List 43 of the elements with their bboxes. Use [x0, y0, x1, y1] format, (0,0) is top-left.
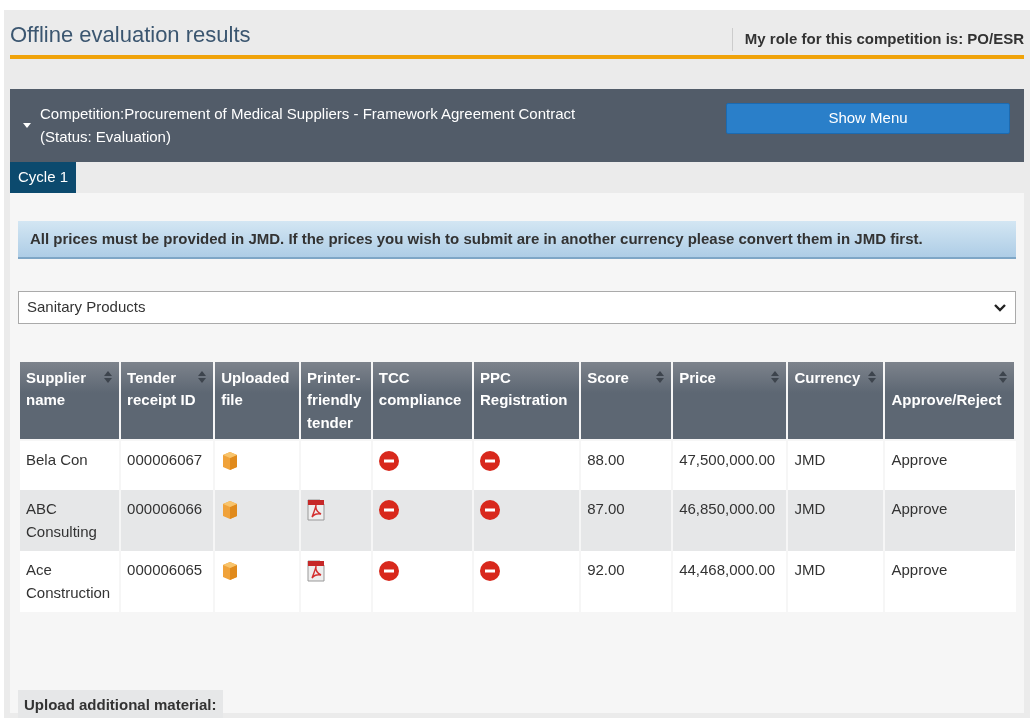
score-cell: 87.00: [580, 490, 673, 551]
chevron-down-icon: [993, 302, 1007, 313]
column-header[interactable]: Currency: [787, 361, 885, 440]
sort-icon[interactable]: [197, 370, 208, 383]
tender-id-cell: 000006066: [120, 490, 215, 551]
price-cell: 46,850,000.00: [672, 490, 788, 551]
decision-cell: Approve: [884, 490, 1015, 551]
column-header: PPC Registration: [472, 361, 581, 440]
score-cell: 92.00: [580, 551, 673, 612]
pdf-file-icon[interactable]: [307, 499, 326, 522]
decision-cell: Approve: [884, 551, 1015, 612]
lot-dropdown[interactable]: Sanitary Products: [18, 291, 1016, 324]
package-icon[interactable]: [221, 500, 240, 521]
column-header: Printer-friendly tender: [300, 361, 372, 440]
package-icon[interactable]: [221, 561, 240, 582]
upload-material-label: Upload additional material:: [18, 690, 223, 718]
column-header[interactable]: Supplier name: [19, 361, 121, 440]
column-header[interactable]: Score: [580, 361, 673, 440]
sort-icon[interactable]: [867, 370, 878, 383]
sort-icon[interactable]: [655, 370, 666, 383]
competition-name: Competition:Procurement of Medical Suppliers - Framework Agreement Contract: [40, 104, 576, 124]
pdf-file-icon[interactable]: [307, 560, 326, 583]
currency-cell: JMD: [787, 490, 885, 551]
sort-icon[interactable]: [770, 370, 781, 383]
column-header[interactable]: Approve/Reject: [884, 361, 1015, 440]
role-label: My role for this competition is: PO/ESR: [731, 28, 1024, 51]
package-icon[interactable]: [221, 451, 240, 472]
sort-icon[interactable]: [998, 370, 1008, 383]
column-header[interactable]: Tender receipt ID: [120, 361, 215, 440]
currency-cell: JMD: [787, 551, 885, 612]
page-title: Offline evaluation results: [10, 21, 251, 49]
column-header: TCC compliance: [371, 361, 473, 440]
currency-notice: All prices must be provided in JMD. If the prices you wish to submit are in another currency please convert them in JMD first.: [18, 220, 1016, 259]
competition-status: (Status: Evaluation): [40, 126, 172, 147]
cycle-tab[interactable]: Cycle 1: [10, 162, 77, 193]
show-menu-button[interactable]: Show Menu: [726, 103, 1010, 134]
supplier-name-cell: Ace Construction: [19, 551, 121, 612]
column-header: Uploaded file: [214, 361, 301, 440]
sort-icon[interactable]: [103, 370, 114, 383]
price-cell: 44,468,000.00: [672, 551, 788, 612]
column-header[interactable]: Price: [672, 361, 788, 440]
tender-id-cell: 000006065: [120, 551, 215, 612]
supplier-name-cell: ABC Consulting: [19, 490, 121, 551]
